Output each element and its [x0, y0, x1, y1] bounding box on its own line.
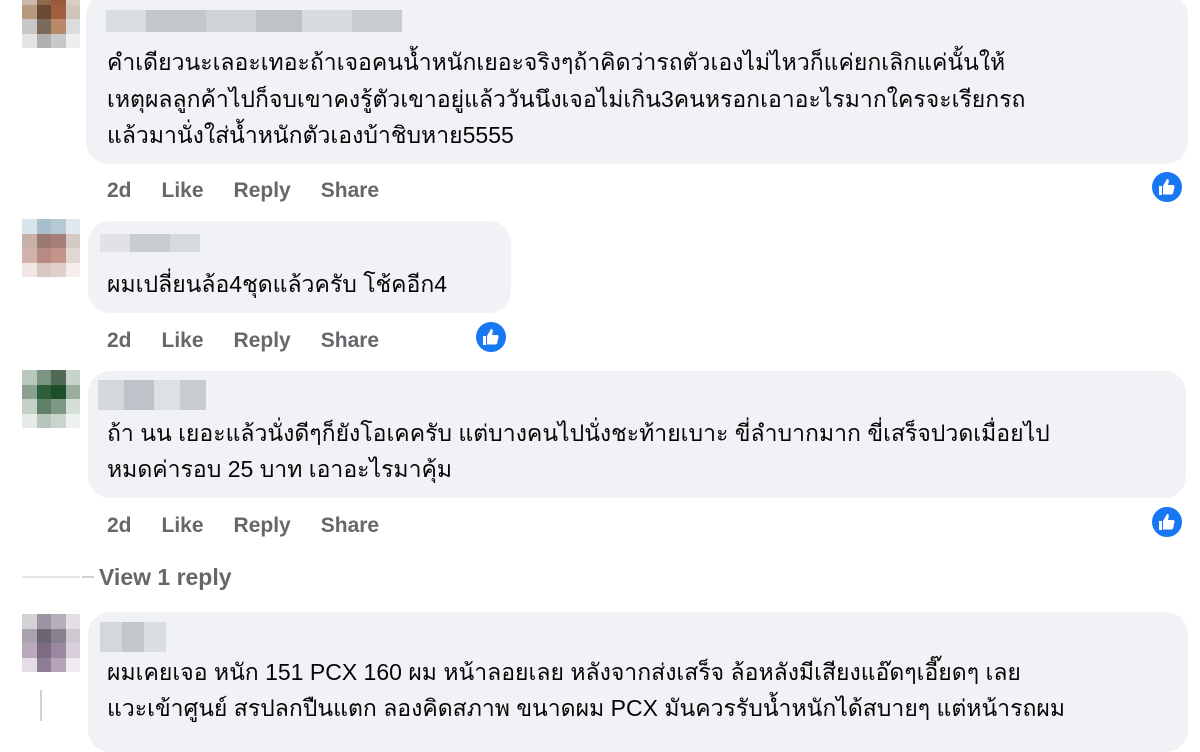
like-reaction-icon[interactable] — [474, 320, 508, 354]
comment-text-line: ผมเคยเจอ หนัก 151 PCX 160 ผม หน้าลอยเลย … — [107, 659, 1021, 685]
author-name-redacted — [98, 380, 206, 410]
like-reaction-icon[interactable] — [1150, 505, 1184, 539]
reply-thread-connector — [82, 576, 94, 578]
comment-text-line: ถ้า นน เยอะแล้วนั่งดีๆก็ยังโอเคครับ แต่บ… — [107, 420, 1050, 446]
comment-text-line: ผมเปลี่ยนล้อ4ชุดแล้วครับ โช้คอีก4 — [107, 271, 448, 297]
author-name-redacted — [100, 622, 166, 652]
like-button[interactable]: Like — [162, 179, 204, 203]
avatar[interactable] — [22, 0, 80, 48]
like-reaction-icon[interactable] — [1150, 170, 1184, 204]
reply-button[interactable]: Reply — [234, 329, 291, 353]
like-button[interactable]: Like — [162, 329, 204, 353]
comment-text-line: แล้วมานั่งใส่น้ำหนักตัวเองบ้าชิบหาย5555 — [107, 122, 514, 148]
reply-thread-connector — [22, 576, 80, 578]
reply-button[interactable]: Reply — [234, 179, 291, 203]
avatar[interactable] — [22, 614, 80, 672]
comment-text-line: เหตุผลลูกค้าไปก็จบเขาคงรู้ตัวเขาอยู่แล้ว… — [107, 86, 1026, 112]
like-button[interactable]: Like — [162, 514, 204, 538]
avatar[interactable] — [22, 219, 80, 277]
comment-actions: 2d Like Reply Share — [107, 179, 379, 203]
reply-button[interactable]: Reply — [234, 514, 291, 538]
comment-text-line: หมดค่ารอบ 25 บาท เอาอะไรมาคุ้ม — [107, 456, 453, 482]
share-button[interactable]: Share — [321, 514, 379, 538]
reply-thread-connector — [40, 690, 42, 721]
timestamp[interactable]: 2d — [107, 179, 132, 203]
avatar[interactable] — [22, 370, 80, 428]
comment-actions: 2d Like Reply Share — [107, 329, 379, 353]
comment-actions: 2d Like Reply Share — [107, 514, 379, 538]
timestamp[interactable]: 2d — [107, 329, 132, 353]
share-button[interactable]: Share — [321, 179, 379, 203]
share-button[interactable]: Share — [321, 329, 379, 353]
author-name-redacted — [106, 10, 402, 32]
author-name-redacted — [100, 234, 200, 252]
view-replies-link[interactable]: View 1 reply — [99, 564, 232, 591]
timestamp[interactable]: 2d — [107, 514, 132, 538]
comment-text-line: คำเดียวนะเลอะเทอะถ้าเจอคนน้ำหนักเยอะจริง… — [107, 49, 1006, 75]
